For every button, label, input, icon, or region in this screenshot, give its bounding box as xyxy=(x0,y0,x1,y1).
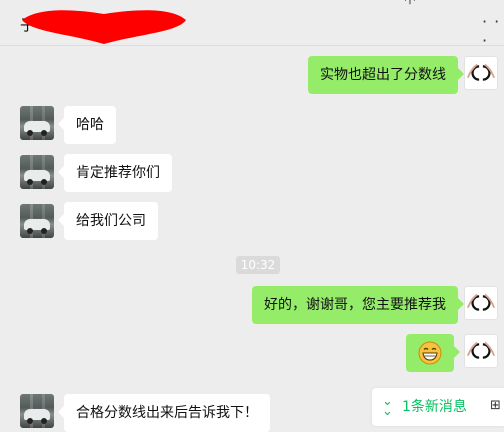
chanel-logo-icon xyxy=(466,293,496,311)
chanel-logo-icon xyxy=(466,341,496,359)
contact-avatar[interactable] xyxy=(20,204,54,238)
contact-avatar[interactable] xyxy=(20,155,54,189)
message-bubble-own-emoji[interactable] xyxy=(406,334,460,372)
message-bubble-contact[interactable]: 合格分数线出来后告诉我下！ xyxy=(58,394,270,432)
own-avatar[interactable] xyxy=(464,286,498,320)
new-message-label: 1条新消息 xyxy=(402,399,467,415)
message-bubble-own[interactable]: 实物也超出了分数线 xyxy=(308,56,464,94)
own-avatar[interactable] xyxy=(464,334,498,368)
badge-side-icon: ⊞ xyxy=(490,398,501,413)
message-timestamp: 10:32 xyxy=(236,256,280,274)
double-chevron-down-icon: ⌄ ⌄ xyxy=(382,394,393,419)
header-top-glyph: 中 xyxy=(404,0,416,6)
redaction-mark xyxy=(22,10,186,44)
message-bubble-contact[interactable]: 哈哈 xyxy=(58,106,116,144)
own-avatar[interactable] xyxy=(464,56,498,90)
message-bubble-own[interactable]: 好的，谢谢哥，您主要推荐我 xyxy=(252,286,464,324)
chat-header: 子 中 · · · xyxy=(0,0,504,50)
new-message-badge[interactable]: ⌄ ⌄ 1条新消息 ⊞ xyxy=(372,388,504,426)
message-bubble-contact[interactable]: 肯定推荐你们 xyxy=(58,154,172,192)
contact-avatar[interactable] xyxy=(20,394,54,428)
chanel-logo-icon xyxy=(466,63,496,81)
message-bubble-contact[interactable]: 给我们公司 xyxy=(58,202,158,240)
more-options-icon[interactable]: · · · xyxy=(482,12,504,50)
grinning-face-icon xyxy=(418,341,442,365)
contact-avatar[interactable] xyxy=(20,106,54,140)
